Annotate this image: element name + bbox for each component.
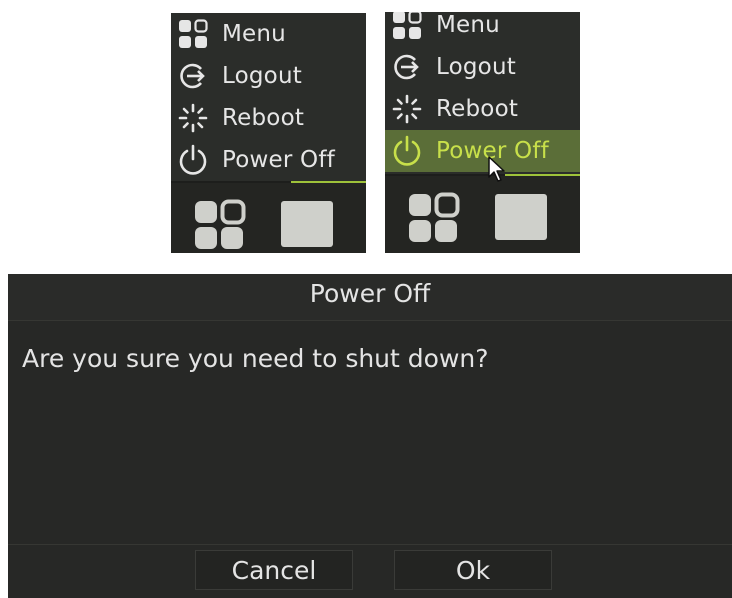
menu-item-menu[interactable]: Menu xyxy=(385,12,580,46)
menu-item-label: Reboot xyxy=(436,96,519,122)
logout-icon xyxy=(390,50,424,84)
menu-item-label: Reboot xyxy=(222,105,305,131)
menu-item-reboot[interactable]: Reboot xyxy=(171,97,366,139)
start-menu: Menu Logout Reboot Power Off xyxy=(171,13,366,181)
menu-item-logout[interactable]: Logout xyxy=(385,46,580,88)
dialog-title: Power Off xyxy=(8,274,732,320)
menu-item-power-off[interactable]: Power Off xyxy=(171,139,366,181)
divider xyxy=(8,544,732,545)
ok-button[interactable]: Ok xyxy=(394,550,552,590)
menu-grid-icon xyxy=(176,17,210,51)
menu-item-power-off[interactable]: Power Off xyxy=(385,130,580,172)
menu-item-logout[interactable]: Logout xyxy=(171,55,366,97)
dialog-message: Are you sure you need to shut down? xyxy=(22,344,489,373)
start-menu: Menu Logout Reboot Power Off xyxy=(385,12,580,172)
power-icon xyxy=(176,143,210,177)
logout-icon xyxy=(176,59,210,93)
menu-grid-icon xyxy=(390,12,424,42)
start-menu-panel-hover: Menu Logout Reboot Power Off xyxy=(385,12,580,253)
menu-item-label: Logout xyxy=(222,63,302,89)
power-off-dialog: Power Off Are you sure you need to shut … xyxy=(8,274,732,598)
window-button[interactable] xyxy=(281,201,333,247)
menu-item-label: Menu xyxy=(222,21,286,47)
menu-item-label: Power Off xyxy=(222,147,335,173)
menu-item-reboot[interactable]: Reboot xyxy=(385,88,580,130)
cancel-button[interactable]: Cancel xyxy=(195,550,353,590)
menu-item-label: Menu xyxy=(436,12,500,38)
window-button[interactable] xyxy=(495,194,547,240)
taskbar xyxy=(171,183,366,253)
start-button-icon[interactable] xyxy=(193,197,247,251)
menu-item-menu[interactable]: Menu xyxy=(171,13,366,55)
taskbar xyxy=(385,176,580,253)
start-menu-panel: Menu Logout Reboot Power Off xyxy=(171,13,366,253)
reboot-icon xyxy=(176,101,210,135)
reboot-icon xyxy=(390,92,424,126)
menu-item-label: Logout xyxy=(436,54,516,80)
start-button-icon[interactable] xyxy=(407,190,461,244)
power-icon xyxy=(390,134,424,168)
divider xyxy=(8,320,732,321)
mouse-cursor-icon xyxy=(488,156,505,182)
